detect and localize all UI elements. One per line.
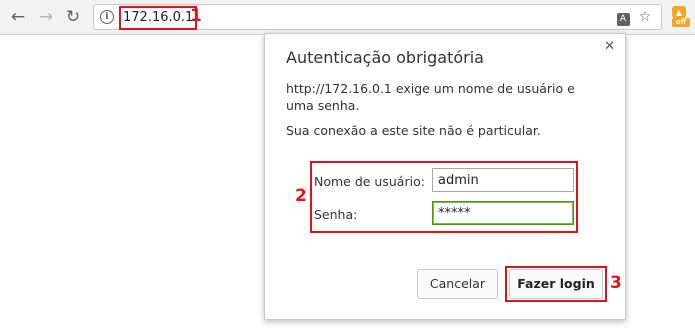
username-field[interactable]	[432, 168, 574, 192]
cancel-button[interactable]: Cancelar	[417, 269, 498, 299]
dialog-title: Autenticação obrigatória	[286, 48, 484, 67]
extension-off-icon[interactable]: ▲ off	[670, 6, 690, 28]
auth-dialog: Autenticação obrigatória ✕ http://172.16…	[264, 33, 626, 320]
browser-toolbar: ← → ↻ i 172.16.0.1 A ☆ 1 ▲ off	[0, 0, 695, 35]
password-label: Senha:	[314, 207, 358, 222]
translate-icon[interactable]: A	[614, 8, 632, 26]
login-highlight: Fazer login	[505, 266, 607, 302]
forward-arrow-icon[interactable]: →	[36, 7, 56, 27]
reload-icon[interactable]: ↻	[63, 7, 83, 27]
back-arrow-icon[interactable]: ←	[8, 7, 28, 27]
close-icon[interactable]: ✕	[604, 40, 615, 54]
callout-1: 1	[190, 6, 202, 26]
address-bar[interactable]: i 172.16.0.1 A ☆	[93, 4, 662, 30]
password-field[interactable]	[432, 201, 574, 225]
auth-message: http://172.16.0.1 exige um nome de usuár…	[286, 81, 575, 113]
extension-badge: off	[672, 18, 690, 27]
callout-2: 2	[295, 186, 307, 206]
info-icon[interactable]: i	[100, 10, 114, 24]
privacy-note: Sua conexão a este site não é particular…	[286, 123, 541, 138]
login-button[interactable]: Fazer login	[509, 269, 603, 299]
username-label: Nome de usuário:	[314, 174, 425, 189]
star-icon[interactable]: ☆	[636, 8, 654, 26]
url-text[interactable]: 172.16.0.1	[119, 6, 198, 30]
callout-3: 3	[610, 273, 622, 293]
